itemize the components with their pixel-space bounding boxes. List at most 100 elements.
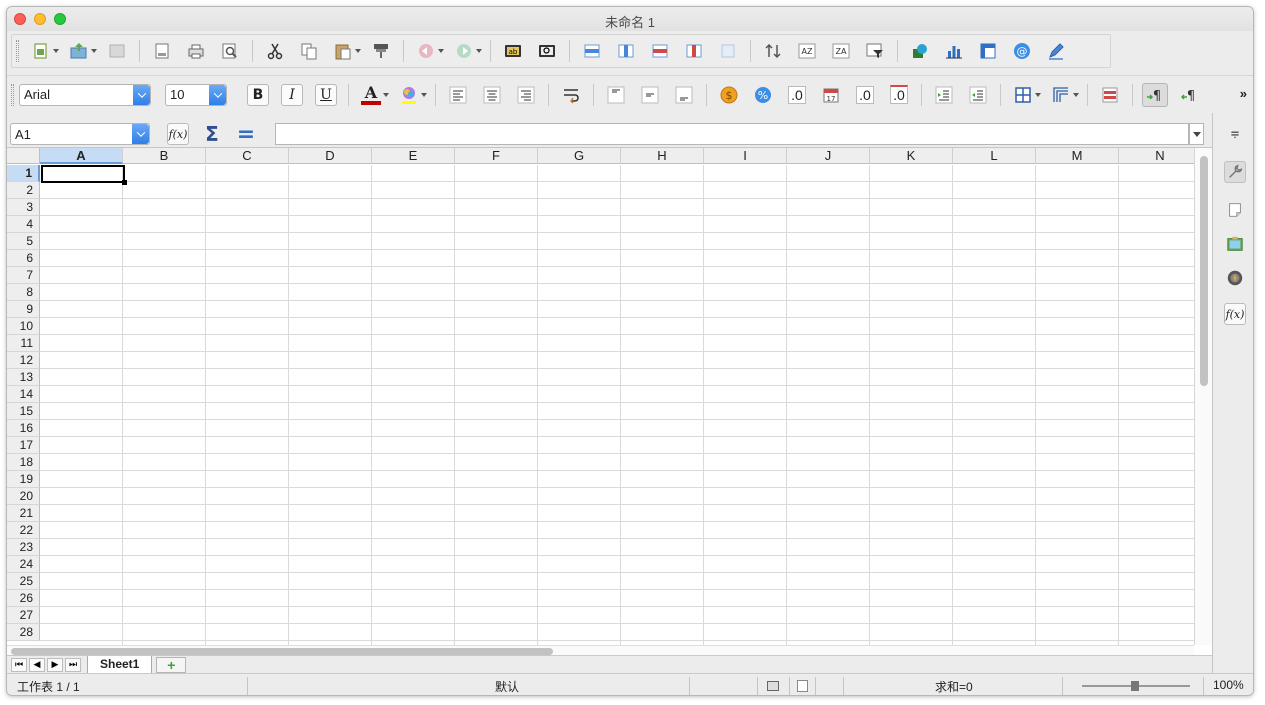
column-header-h[interactable]: H [621, 148, 704, 164]
redo-button[interactable] [451, 39, 477, 63]
new-document-button[interactable] [28, 39, 54, 63]
cut-button[interactable] [262, 39, 288, 63]
font-color-button[interactable]: A [358, 83, 384, 107]
column-header-c[interactable]: C [206, 148, 289, 164]
pivot-table-button[interactable] [975, 39, 1001, 63]
select-all-corner[interactable] [7, 148, 40, 164]
row-header-9[interactable]: 9 [7, 301, 40, 318]
align-left-button[interactable] [445, 83, 471, 107]
row-header-18[interactable]: 18 [7, 454, 40, 471]
row-header-11[interactable]: 11 [7, 335, 40, 352]
border-style-button[interactable] [1048, 83, 1074, 107]
sidebar-menu-button[interactable] [1224, 123, 1246, 145]
spreadsheet-grid[interactable]: ABCDEFGHIJKLMN 1 2 3 4 5 6 7 8 9 10 11 12 13 14 15 16 17… [7, 147, 1212, 655]
increase-indent-button[interactable] [931, 83, 957, 107]
row-header-16[interactable]: 16 [7, 420, 40, 437]
sort-button[interactable] [760, 39, 786, 63]
font-size-dropdown-icon[interactable] [209, 84, 226, 105]
row-header-7[interactable]: 7 [7, 267, 40, 284]
save-button[interactable] [104, 39, 130, 63]
row-header-3[interactable]: 3 [7, 199, 40, 216]
remove-decimal-button[interactable]: .0 [886, 83, 912, 107]
hyperlink-button[interactable]: @ [1009, 39, 1035, 63]
bold-button[interactable]: B [247, 83, 269, 106]
row-header-17[interactable]: 17 [7, 437, 40, 454]
align-top-button[interactable] [603, 83, 629, 107]
zoom-level[interactable]: 100% [1213, 678, 1244, 692]
wrap-text-button[interactable] [558, 83, 584, 107]
column-header-a[interactable]: A [40, 148, 123, 164]
toolbar-grip[interactable] [16, 40, 19, 62]
sidebar-navigator-button[interactable] [1224, 267, 1246, 289]
vertical-scroll-thumb[interactable] [1200, 156, 1208, 386]
rtl-button[interactable]: ¶ [1176, 83, 1202, 107]
font-name-dropdown-icon[interactable] [133, 84, 150, 105]
row-header-23[interactable]: 23 [7, 539, 40, 556]
undo-button[interactable] [413, 39, 439, 63]
page-style-status[interactable]: 默认 [495, 678, 519, 695]
column-header-m[interactable]: M [1036, 148, 1119, 164]
zoom-slider-handle[interactable] [1131, 681, 1139, 691]
formatting-toolbar-grip[interactable] [11, 83, 14, 106]
insert-columns-button[interactable] [613, 39, 639, 63]
decrease-indent-button[interactable] [965, 83, 991, 107]
row-header-8[interactable]: 8 [7, 284, 40, 301]
row-header-5[interactable]: 5 [7, 233, 40, 250]
autofilter-button[interactable] [862, 39, 888, 63]
align-bottom-button[interactable] [671, 83, 697, 107]
formula-equals-button[interactable]: = [235, 122, 257, 147]
row-header-4[interactable]: 4 [7, 216, 40, 233]
active-cell-cursor[interactable] [41, 165, 127, 185]
column-header-e[interactable]: E [372, 148, 455, 164]
row-header-12[interactable]: 12 [7, 352, 40, 369]
percent-format-button[interactable]: % [750, 83, 776, 107]
row-header-2[interactable]: 2 [7, 182, 40, 199]
function-wizard-button[interactable]: f(x) [167, 123, 189, 145]
delete-rows-button[interactable] [647, 39, 673, 63]
row-header-6[interactable]: 6 [7, 250, 40, 267]
clone-formatting-button[interactable] [368, 39, 394, 63]
sort-ascending-button[interactable]: AZ [794, 39, 820, 63]
row-header-13[interactable]: 13 [7, 369, 40, 386]
sidebar-gallery-button[interactable] [1224, 233, 1246, 255]
export-pdf-button[interactable] [149, 39, 175, 63]
row-header-27[interactable]: 27 [7, 607, 40, 624]
print-button[interactable] [183, 39, 209, 63]
column-header-l[interactable]: L [953, 148, 1036, 164]
underline-button[interactable]: U [315, 83, 337, 106]
column-header-g[interactable]: G [538, 148, 621, 164]
row-header-25[interactable]: 25 [7, 573, 40, 590]
previous-sheet-icon[interactable]: ◀ [29, 657, 45, 672]
toolbar-overflow-icon[interactable]: » [1240, 86, 1247, 101]
align-center-button[interactable] [479, 83, 505, 107]
next-sheet-icon[interactable]: ▶ [47, 657, 63, 672]
paste-button[interactable] [330, 39, 356, 63]
conditional-formatting-button[interactable] [1097, 83, 1123, 107]
row-header-15[interactable]: 15 [7, 403, 40, 420]
copy-button[interactable] [296, 39, 322, 63]
column-header-j[interactable]: J [787, 148, 870, 164]
row-header-28[interactable]: 28 [7, 624, 40, 641]
sidebar-properties-button[interactable] [1224, 161, 1246, 183]
sidebar-styles-button[interactable] [1224, 199, 1246, 221]
sheet-tab-sheet1[interactable]: Sheet1 [87, 655, 153, 674]
print-preview-button[interactable] [217, 39, 243, 63]
row-header-20[interactable]: 20 [7, 488, 40, 505]
show-draw-functions-button[interactable] [1043, 39, 1069, 63]
font-size-box[interactable]: 10 [165, 83, 227, 106]
insert-chart-button[interactable] [941, 39, 967, 63]
ltr-button[interactable]: ¶ [1142, 82, 1168, 107]
open-button[interactable] [66, 39, 92, 63]
column-header-i[interactable]: I [704, 148, 787, 164]
horizontal-scrollbar[interactable] [7, 645, 1194, 655]
column-header-b[interactable]: B [123, 148, 206, 164]
italic-button[interactable]: I [281, 83, 303, 106]
sum-button[interactable]: Σ [201, 122, 223, 146]
merge-cells-button[interactable] [715, 39, 741, 63]
sidebar-functions-button[interactable]: f(x) [1224, 303, 1246, 325]
expand-formula-bar-button[interactable] [1189, 123, 1204, 145]
last-sheet-icon[interactable]: ⏭ [65, 657, 81, 672]
spelling-button[interactable]: ab [500, 39, 526, 63]
row-header-14[interactable]: 14 [7, 386, 40, 403]
borders-button[interactable] [1010, 83, 1036, 107]
